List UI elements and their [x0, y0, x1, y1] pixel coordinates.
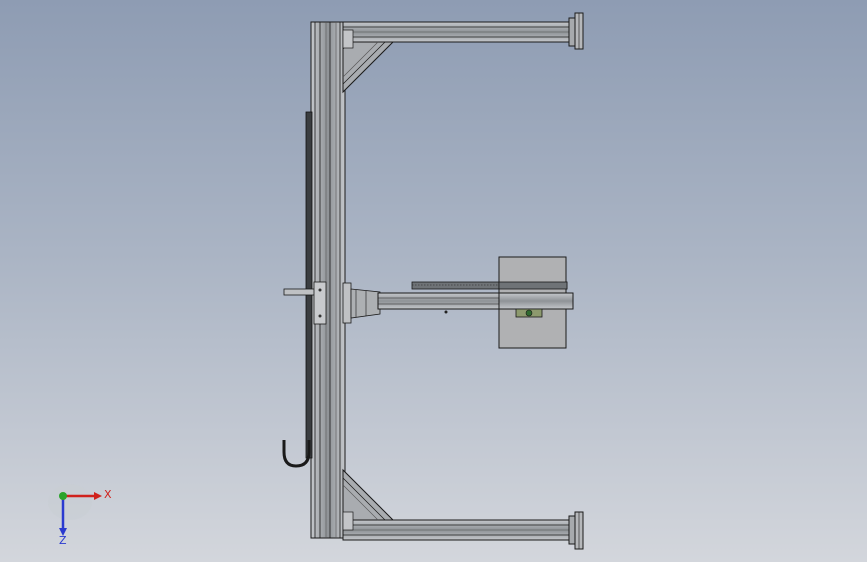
gear-motor[interactable]: [515, 308, 543, 318]
x-axis-label: X: [104, 488, 112, 501]
vertical-column[interactable]: [310, 21, 346, 539]
fastener-dot: [444, 310, 448, 314]
top-end-plate[interactable]: [568, 12, 584, 50]
graphics-viewport[interactable]: X Z: [0, 0, 867, 562]
z-axis-label: Z: [59, 534, 67, 547]
x-arrow-head: [94, 492, 102, 500]
bottom-beam[interactable]: [342, 519, 574, 541]
y-axis-dot: [59, 492, 67, 500]
bottom-end-plate[interactable]: [568, 511, 584, 550]
hook[interactable]: [282, 440, 311, 468]
carriage[interactable]: [342, 282, 381, 324]
arm-front-segment: [498, 292, 574, 310]
cable-track[interactable]: [305, 111, 313, 459]
top-beam[interactable]: [342, 21, 574, 43]
cad-model-drawing[interactable]: [0, 0, 867, 562]
rack-front-segment: [498, 281, 568, 290]
side-bracket[interactable]: [283, 281, 327, 325]
axis-triad: X Z: [48, 484, 112, 547]
